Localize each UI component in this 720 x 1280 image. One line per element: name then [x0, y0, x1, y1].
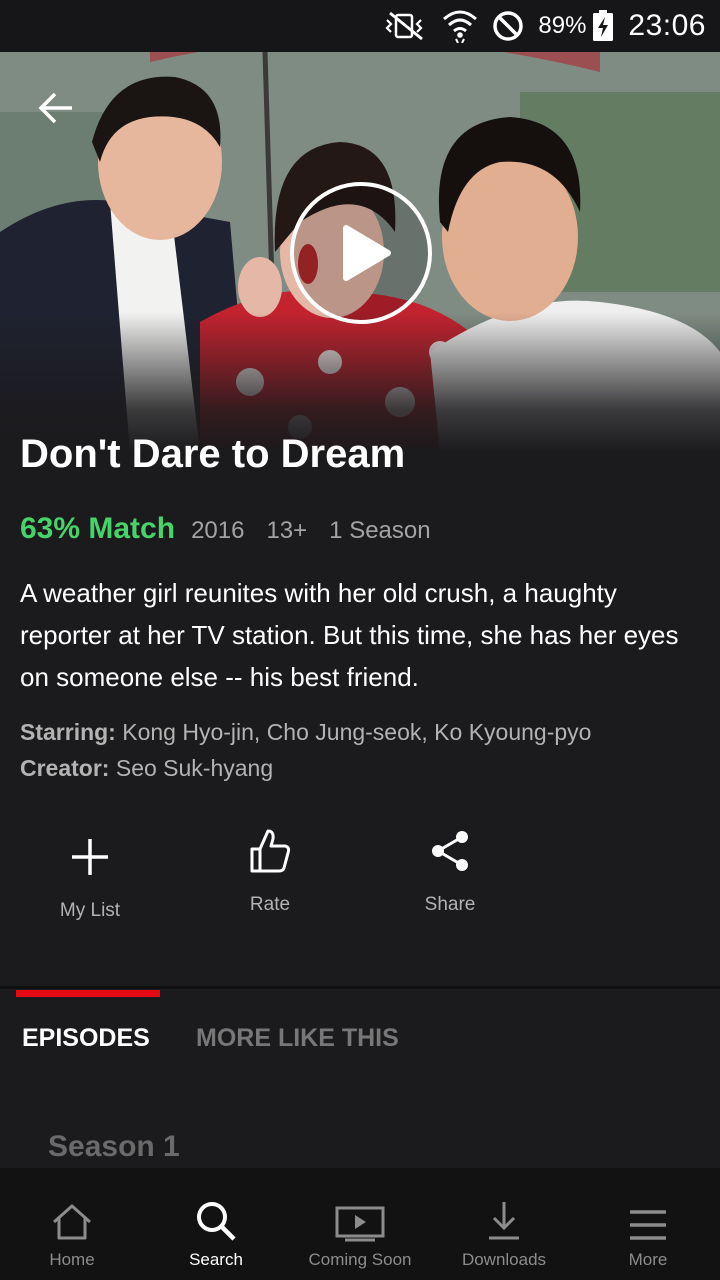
- synopsis: A weather girl reunites with her old cru…: [20, 578, 679, 692]
- starring-names: Kong Hyo-jin, Cho Jung-seok, Ko Kyoung-p…: [122, 719, 592, 745]
- nav-coming-soon[interactable]: Coming Soon: [288, 1168, 432, 1280]
- hero-image: [0, 52, 720, 452]
- creator-label: Creator:: [20, 755, 110, 781]
- season-selector[interactable]: Season 1: [48, 1130, 180, 1164]
- season-count: 1 Season: [329, 517, 431, 544]
- arrow-left-icon: [38, 92, 72, 124]
- share-button[interactable]: Share: [370, 820, 530, 916]
- menu-icon: [630, 1210, 666, 1240]
- creator-line: Creator: Seo Suk-hyang: [20, 750, 700, 786]
- nav-downloads[interactable]: Downloads: [432, 1168, 576, 1280]
- active-tab-indicator: [16, 990, 160, 997]
- home-icon: [53, 1204, 91, 1240]
- nav-home[interactable]: Home: [0, 1168, 144, 1280]
- title-detail-screen: 89% 23:06 Don't Dare to Dream 63% Match …: [0, 0, 720, 1280]
- action-row: My List Rate Share: [0, 820, 720, 930]
- credits: Starring: Kong Hyo-jin, Cho Jung-seok, K…: [20, 714, 700, 786]
- wifi-icon: [442, 9, 478, 43]
- play-icon: [343, 225, 391, 281]
- rate-button[interactable]: Rate: [190, 820, 350, 916]
- my-list-button[interactable]: My List: [10, 826, 170, 922]
- download-icon: [489, 1202, 519, 1240]
- show-title: Don't Dare to Dream: [20, 432, 406, 476]
- creator-name: Seo Suk-hyang: [115, 755, 274, 781]
- nav-search-label: Search: [189, 1250, 243, 1269]
- coming-soon-icon: [335, 1206, 385, 1242]
- nav-home-label: Home: [49, 1250, 95, 1269]
- tab-divider: [0, 986, 720, 989]
- hero-gradient: [0, 312, 720, 452]
- battery-percent: 89%: [538, 12, 587, 39]
- share-icon: [432, 831, 468, 871]
- share-label: Share: [424, 894, 476, 915]
- metadata-row: 63% Match 2016 13+ 1 Season: [20, 512, 453, 546]
- play-button[interactable]: [290, 182, 432, 324]
- search-icon: [197, 1202, 236, 1241]
- nav-downloads-label: Downloads: [461, 1250, 547, 1269]
- starring-label: Starring:: [20, 719, 116, 745]
- nav-more-label: More: [628, 1250, 668, 1269]
- clock: 23:06: [628, 9, 706, 42]
- nav-search[interactable]: Search: [144, 1168, 288, 1280]
- thumbs-up-icon: [250, 829, 291, 873]
- tab-more-like-this[interactable]: MORE LIKE THIS: [196, 1024, 399, 1053]
- release-year: 2016: [191, 517, 245, 544]
- nav-coming-soon-label: Coming Soon: [308, 1250, 412, 1269]
- match-score: 63% Match: [20, 512, 176, 545]
- maturity-rating: 13+: [266, 517, 308, 544]
- my-list-label: My List: [59, 900, 121, 921]
- starring-line: Starring: Kong Hyo-jin, Cho Jung-seok, K…: [20, 714, 700, 750]
- back-button[interactable]: [36, 88, 76, 128]
- do-not-disturb-icon: [492, 10, 524, 42]
- tab-episodes[interactable]: EPISODES: [22, 1024, 150, 1053]
- nav-more[interactable]: More: [576, 1168, 720, 1280]
- rate-label: Rate: [249, 894, 291, 915]
- vibrate-mute-icon: [382, 11, 428, 41]
- status-bar: 89% 23:06: [0, 0, 720, 52]
- bottom-nav: Home Search Coming Soon Downloads More: [0, 1168, 720, 1280]
- plus-icon: [72, 839, 108, 875]
- battery-charging-icon: [592, 10, 614, 42]
